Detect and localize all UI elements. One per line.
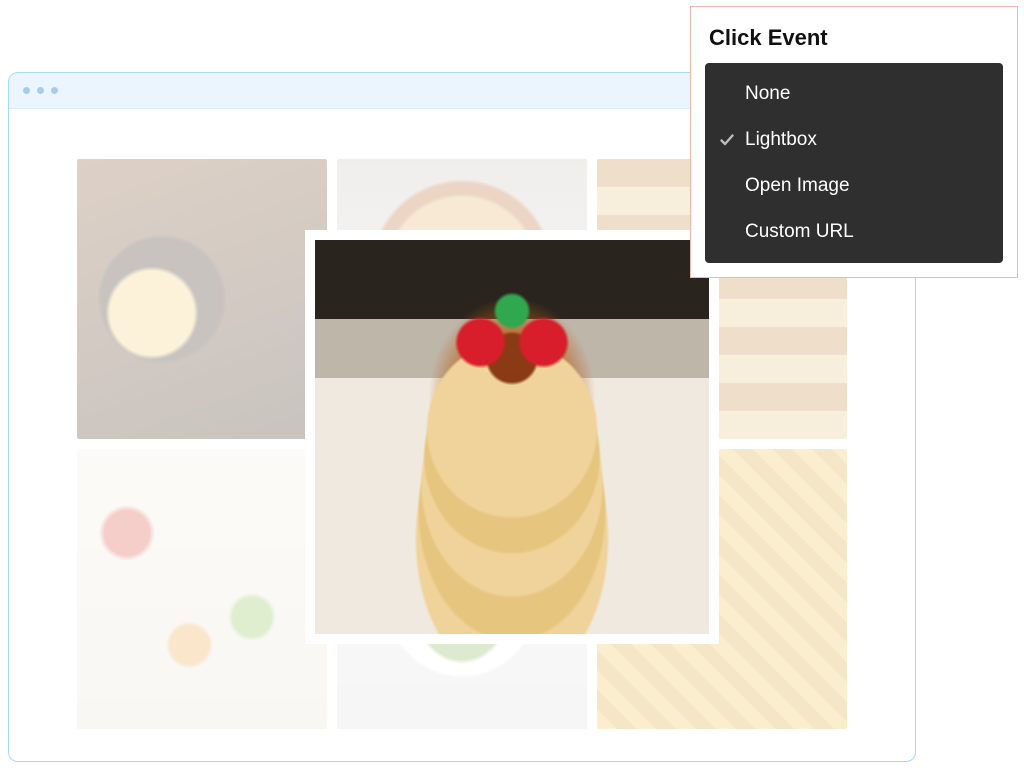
gallery-thumbnail[interactable]: [77, 449, 327, 729]
window-dot-icon: [37, 87, 44, 94]
window-dot-icon: [51, 87, 58, 94]
click-event-dropdown[interactable]: None Lightbox Open Image Custom URL: [705, 63, 1003, 263]
click-event-option-custom-url[interactable]: Custom URL: [705, 209, 1003, 255]
gallery-thumbnail[interactable]: [77, 159, 327, 439]
click-event-option-none[interactable]: None: [705, 71, 1003, 117]
check-icon: [719, 132, 745, 148]
lightbox-preview[interactable]: [305, 230, 719, 644]
option-label: Open Image: [745, 175, 850, 197]
click-event-option-lightbox[interactable]: Lightbox: [705, 117, 1003, 163]
click-event-panel: Click Event None Lightbox Open Image Cus…: [690, 6, 1018, 278]
option-label: None: [745, 83, 790, 105]
option-label: Lightbox: [745, 129, 817, 151]
click-event-option-open-image[interactable]: Open Image: [705, 163, 1003, 209]
lightbox-image: [315, 240, 709, 634]
window-dot-icon: [23, 87, 30, 94]
click-event-title: Click Event: [709, 25, 999, 51]
option-label: Custom URL: [745, 221, 854, 243]
